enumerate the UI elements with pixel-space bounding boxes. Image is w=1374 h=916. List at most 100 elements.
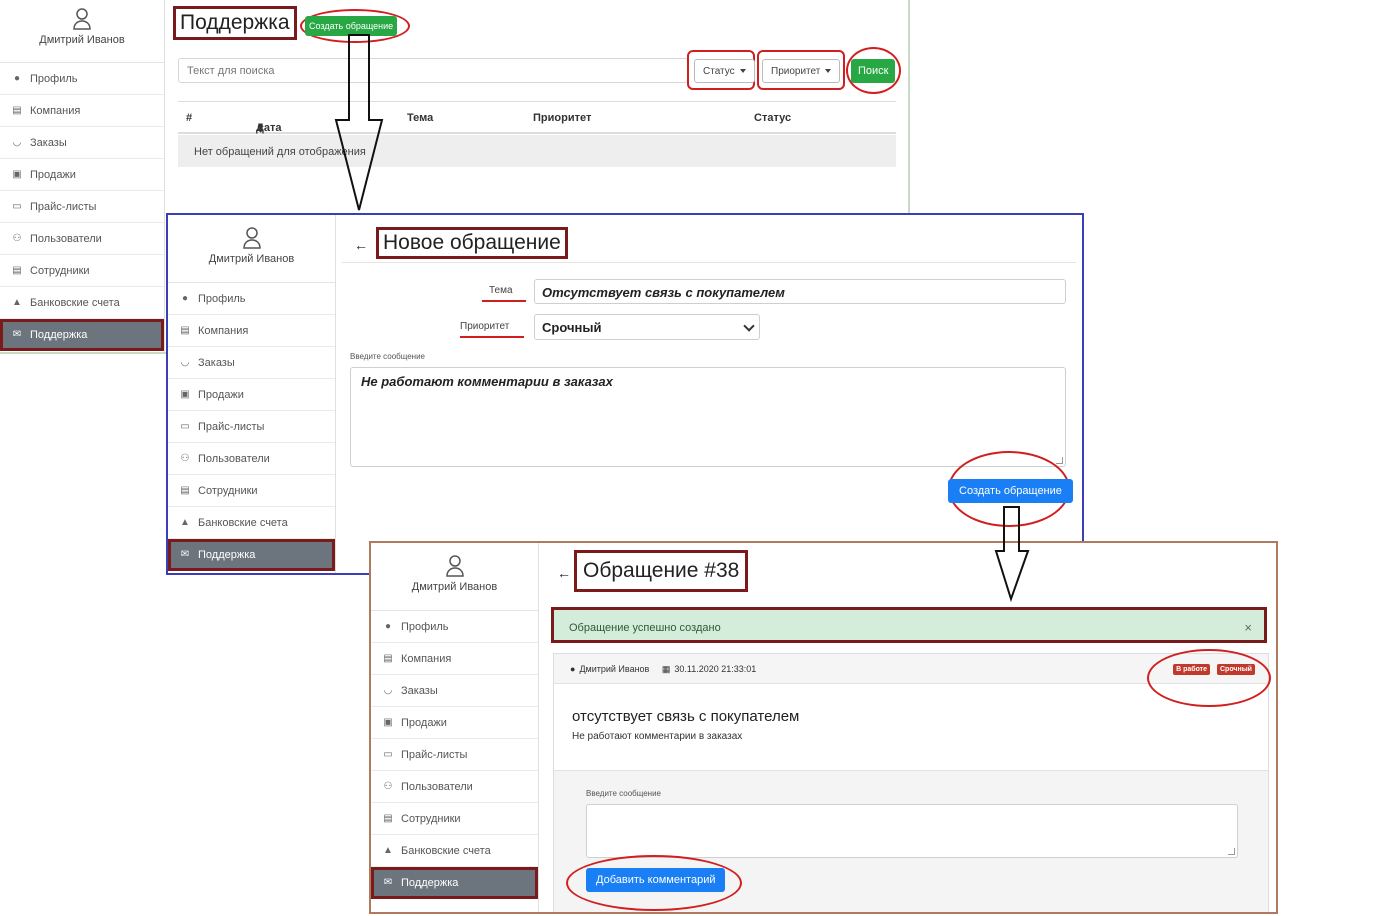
sidebar-item-9[interactable]: ✉ Поддержка (0, 319, 164, 351)
sidebar-item-6[interactable]: ⚇ Пользователи (371, 771, 538, 803)
building-icon: ▤ (383, 653, 393, 664)
sidebar-item-8[interactable]: ▲ Банковские счета (371, 835, 538, 867)
sidebar-item-2[interactable]: ▤ Компания (371, 643, 538, 675)
sidebar-item-4[interactable]: ▣ Продажи (371, 707, 538, 739)
sidebar-item-label: Поддержка (198, 548, 256, 561)
ticket-card-body: отсутствует связь с покупателем Не работ… (554, 684, 1268, 770)
back-arrow-icon[interactable]: ← (354, 237, 368, 253)
sidebar-item-label: Продажи (198, 388, 244, 401)
sidebar-item-label: Профиль (30, 72, 78, 85)
priority-select[interactable]: Срочный (534, 314, 760, 340)
user-name: Дмитрий Иванов (208, 253, 295, 265)
user-icon: ● (384, 621, 392, 632)
sidebar-item-label: Прайс-листы (401, 748, 468, 761)
calendar-icon: ▦ (661, 664, 671, 674)
user-block[interactable]: Дмитрий Иванов (371, 543, 538, 611)
ticket-view-panel: Дмитрий Иванов ● Профиль ▤ Компания ◡ Заказы ▣… (369, 541, 1278, 914)
user-icon (445, 555, 464, 577)
sidebar-item-label: Поддержка (401, 876, 459, 889)
search-button[interactable]: Поиск (851, 59, 896, 83)
caret-down-icon (739, 69, 746, 74)
sidebar-item-9[interactable]: ✉ Поддержка (168, 539, 335, 571)
sidebar-item-7[interactable]: ▤ Сотрудники (168, 475, 335, 507)
sidebar-item-label: Прайс-листы (30, 200, 97, 213)
user-block[interactable]: Дмитрий Иванов (168, 215, 335, 283)
sidebar-item-8[interactable]: ▲ Банковские счета (168, 507, 335, 539)
sidebar-item-3[interactable]: ◡ Заказы (168, 347, 335, 379)
user-block[interactable]: Дмитрий Иванов (0, 0, 164, 63)
register-icon: ▣ (12, 169, 22, 180)
sidebar-item-label: Банковские счета (198, 516, 288, 529)
sidebar-item-9[interactable]: ✉ Поддержка (371, 867, 538, 899)
sidebar-item-5[interactable]: ▭ Прайс-листы (371, 739, 538, 771)
priority-dropdown[interactable]: Приоритет (762, 59, 841, 83)
resize-handle[interactable] (1228, 848, 1235, 855)
sidebar-item-label: Заказы (30, 136, 67, 149)
resize-handle[interactable] (1056, 457, 1063, 464)
register-icon: ▣ (383, 717, 393, 728)
page-title: Поддержка (173, 6, 297, 40)
user-icon (242, 227, 261, 249)
id-card-icon: ▤ (12, 265, 22, 276)
sidebar-item-7[interactable]: ▤ Сотрудники (0, 255, 164, 287)
create-ticket-submit-button[interactable]: Создать обращение (948, 479, 1073, 503)
building-icon: ▤ (12, 105, 22, 116)
label-underline (460, 336, 524, 338)
sidebar-item-6[interactable]: ⚇ Пользователи (0, 223, 164, 255)
bank-icon: ▲ (12, 297, 22, 308)
user-icon: ● (13, 73, 21, 84)
sidebar-item-5[interactable]: ▭ Прайс-листы (0, 191, 164, 223)
sidebar: Дмитрий Иванов ● Профиль ▤ Компания ◡ Заказы ▣… (168, 215, 336, 573)
column-status: Статус (754, 112, 792, 124)
ticket-author: Дмитрий Иванов (579, 664, 650, 674)
status-dropdown[interactable]: Статус (694, 59, 755, 83)
sidebar-item-label: Прайс-листы (198, 420, 265, 433)
sidebar: Дмитрий Иванов ● Профиль ▤ Компания ◡ Заказы ▣… (371, 543, 539, 912)
back-arrow-icon[interactable]: ← (557, 565, 571, 581)
sidebar-item-2[interactable]: ▤ Компания (0, 95, 164, 127)
page-title: Обращение #38 (574, 550, 749, 592)
sidebar-item-7[interactable]: ▤ Сотрудники (371, 803, 538, 835)
highlight-ellipse (566, 855, 742, 911)
sidebar-item-1[interactable]: ● Профиль (168, 283, 335, 315)
sidebar-item-6[interactable]: ⚇ Пользователи (168, 443, 335, 475)
sidebar-item-3[interactable]: ◡ Заказы (0, 127, 164, 159)
sidebar-item-label: Банковские счета (30, 296, 120, 309)
sidebar-item-label: Заказы (198, 356, 235, 369)
sidebar-item-label: Компания (30, 104, 81, 117)
money-icon: ▭ (180, 421, 190, 432)
sidebar-item-1[interactable]: ● Профиль (0, 63, 164, 95)
sidebar-item-4[interactable]: ▣ Продажи (0, 159, 164, 191)
sidebar-item-label: Банковские счета (401, 844, 491, 857)
money-icon: ▭ (383, 749, 393, 760)
nav-list: ● Профиль ▤ Компания ◡ Заказы ▣ Продажи ▭ Прайс-л… (168, 283, 335, 571)
message-textarea[interactable]: Не работают комментарии в заказах (350, 367, 1066, 467)
nav-list: ● Профиль ▤ Компания ◡ Заказы ▣ Продажи ▭ Прайс-л… (0, 63, 164, 351)
sidebar-item-label: Профиль (401, 620, 449, 633)
search-input[interactable]: Текст для поиска (178, 58, 688, 83)
comment-textarea[interactable] (586, 804, 1238, 858)
create-ticket-button[interactable]: Создать обращение (305, 16, 398, 36)
divider (342, 262, 1076, 263)
subject-input[interactable]: Отсутствует связь с покупателем (534, 279, 1066, 304)
sidebar-item-5[interactable]: ▭ Прайс-листы (168, 411, 335, 443)
arrow-down-icon (994, 506, 1030, 603)
status-dropdown-label: Статус (703, 66, 735, 77)
sidebar-item-8[interactable]: ▲ Банковские счета (0, 287, 164, 319)
sidebar-item-label: Компания (401, 652, 452, 665)
new-ticket-panel: Дмитрий Иванов ● Профиль ▤ Компания ◡ Заказы ▣… (166, 213, 1084, 575)
sidebar-item-label: Пользователи (30, 232, 102, 245)
bank-icon: ▲ (180, 517, 190, 528)
close-icon[interactable]: × (1244, 620, 1252, 635)
user-name: Дмитрий Иванов (39, 34, 125, 46)
sidebar-item-4[interactable]: ▣ Продажи (168, 379, 335, 411)
register-icon: ▣ (180, 389, 190, 400)
sidebar-item-3[interactable]: ◡ Заказы (371, 675, 538, 707)
caret-down-icon (825, 69, 832, 74)
bank-icon: ▲ (383, 845, 393, 856)
comments-icon: ✉ (180, 549, 190, 560)
priority-select-value: Срочный (542, 320, 602, 335)
user-icon: ● (181, 293, 189, 304)
sidebar-item-1[interactable]: ● Профиль (371, 611, 538, 643)
sidebar-item-2[interactable]: ▤ Компания (168, 315, 335, 347)
